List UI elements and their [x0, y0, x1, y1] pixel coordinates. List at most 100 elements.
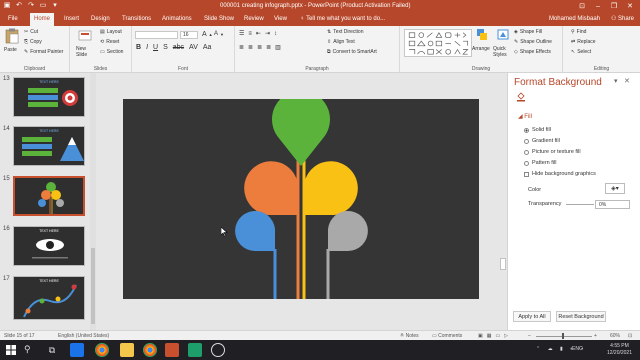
slide-scroll-thumb[interactable] — [500, 258, 506, 270]
solid-fill-radio[interactable] — [524, 127, 529, 133]
hide-graphics-option[interactable]: Hide background graphics — [524, 171, 596, 177]
zoom-out-icon[interactable]: – — [528, 333, 531, 339]
italic-icon[interactable]: I — [146, 44, 148, 51]
bold-icon[interactable]: B — [136, 44, 141, 51]
slide-canvas[interactable] — [123, 90, 479, 299]
search-icon[interactable]: ⚲ — [24, 344, 31, 355]
text-direction-button[interactable]: ⇅ Text Direction — [327, 29, 364, 35]
windows-start-icon[interactable] — [6, 345, 16, 355]
tell-me-search[interactable]: ♀ Tell me what you want to do... — [300, 13, 385, 26]
chrome-icon[interactable] — [95, 343, 109, 357]
color-picker-button[interactable]: ◈▾ — [605, 183, 625, 194]
obs-icon[interactable] — [211, 343, 225, 357]
align-left-icon[interactable]: ≣ — [239, 44, 244, 51]
customize-qat-icon[interactable]: ▾ — [51, 2, 59, 10]
slide-thumb-13[interactable]: TEXT HERE — [13, 77, 85, 117]
decrease-indent-icon[interactable]: ⇤ — [256, 30, 261, 37]
zoom-in-icon[interactable]: + — [594, 333, 597, 339]
zoom-level[interactable]: 60% — [610, 333, 620, 339]
yellow-leaf[interactable] — [304, 161, 358, 215]
new-slide-button[interactable]: New Slide — [76, 28, 94, 60]
reset-button[interactable]: ⟲ Reset — [100, 39, 119, 45]
pane-options-icon[interactable]: ▾ — [614, 77, 618, 85]
camtasia-icon[interactable] — [188, 343, 202, 357]
format-painter-button[interactable]: ✎ Format Painter — [24, 49, 63, 55]
fill-tab-icon[interactable] — [516, 92, 526, 102]
copy-button[interactable]: ⎘ Copy — [24, 39, 42, 45]
tab-home[interactable]: Home — [30, 13, 55, 26]
section-button[interactable]: ▭ Section — [100, 49, 123, 55]
gradient-fill-radio[interactable] — [524, 138, 529, 144]
view-buttons[interactable]: ▣▦▭▷ — [478, 333, 512, 339]
minimize-icon[interactable]: – — [590, 1, 606, 12]
picture-fill-radio[interactable] — [524, 149, 529, 155]
slide-thumb-14[interactable]: TEXT HERE — [13, 126, 85, 166]
orange-leaf[interactable] — [244, 161, 298, 215]
share-button[interactable]: ⚇ Share — [611, 13, 634, 26]
tab-view[interactable]: View — [270, 13, 291, 26]
apply-to-all-button[interactable]: Apply to All — [513, 311, 551, 322]
powerpoint-icon[interactable] — [165, 343, 179, 357]
present-icon[interactable]: ▭ — [39, 2, 47, 10]
cut-button[interactable]: ✂ Cut — [24, 29, 38, 35]
undo-icon[interactable]: ↶ — [15, 2, 23, 10]
tab-insert[interactable]: Insert — [60, 13, 83, 26]
gradient-fill-option[interactable]: Gradient fill — [524, 138, 560, 144]
blue-leaf[interactable] — [235, 211, 276, 251]
select-button[interactable]: ↖ Select — [571, 49, 591, 55]
tab-review[interactable]: Review — [240, 13, 268, 26]
smartart-button[interactable]: ⧉ Convert to SmartArt — [327, 49, 377, 55]
slide-thumb-17[interactable]: TEXT HERE — [13, 276, 85, 320]
transparency-slider[interactable] — [566, 204, 594, 205]
layout-button[interactable]: ▤ Layout — [100, 29, 122, 35]
tab-design[interactable]: Design — [87, 13, 114, 26]
strike-icon[interactable]: abc — [173, 44, 184, 51]
replace-button[interactable]: ⇄ Replace — [571, 39, 596, 45]
transparency-input[interactable]: 0% — [595, 200, 630, 209]
zoom-slider[interactable] — [536, 336, 592, 337]
columns-icon[interactable]: ▥ — [275, 44, 281, 51]
fit-slide-icon[interactable]: ⊡ — [628, 333, 632, 339]
file-explorer-icon[interactable] — [120, 343, 134, 357]
shape-fill-button[interactable]: ◈ Shape Fill — [514, 29, 542, 35]
shadow-icon[interactable]: S — [163, 44, 168, 51]
zoom-thumb[interactable] — [562, 333, 564, 339]
slide-thumb-15[interactable] — [13, 176, 85, 216]
tab-slide-show[interactable]: Slide Show — [200, 13, 238, 26]
gray-leaf[interactable] — [327, 211, 368, 251]
shapes-gallery[interactable] — [404, 29, 472, 57]
pattern-fill-radio[interactable] — [524, 160, 529, 166]
task-view-icon[interactable]: ⧉ — [45, 343, 59, 357]
bullets-icon[interactable]: ☰ — [239, 30, 244, 37]
spacing-icon[interactable]: AV — [189, 44, 198, 51]
clock[interactable]: 4:55 PM 12/20/2021 — [607, 343, 632, 357]
grow-font-button[interactable]: A ▲ — [202, 31, 213, 38]
line-spacing-icon[interactable]: ↕ — [274, 31, 277, 37]
green-leaf[interactable] — [272, 90, 330, 166]
case-icon[interactable]: Aa — [203, 44, 212, 51]
slide-scrollbar[interactable] — [499, 73, 507, 330]
thumbnails-scroll-thumb[interactable] — [91, 248, 95, 324]
find-button[interactable]: ⚲ Find — [571, 29, 586, 35]
language-indicator-taskbar[interactable]: ENG — [572, 346, 583, 352]
underline-icon[interactable]: U — [153, 44, 158, 51]
align-center-icon[interactable]: ≣ — [248, 44, 253, 51]
chrome-icon-2[interactable] — [143, 343, 157, 357]
reset-background-button[interactable]: Reset Background — [556, 311, 606, 322]
user-name[interactable]: Mohamed Misbaah — [549, 13, 600, 26]
shape-effects-button[interactable]: ◇ Shape Effects — [514, 49, 551, 55]
shape-outline-button[interactable]: ✎ Shape Outline — [514, 39, 552, 45]
font-name-field[interactable] — [135, 31, 178, 39]
justify-icon[interactable]: ≣ — [266, 44, 271, 51]
numbering-icon[interactable]: ≡ — [248, 31, 252, 37]
align-text-button[interactable]: ⇳ Align Text — [327, 39, 355, 45]
notes-button[interactable]: ≙ Notes — [400, 333, 419, 339]
close-icon[interactable]: ✕ — [622, 1, 638, 12]
restore-icon[interactable]: ❐ — [606, 1, 622, 12]
font-size-field[interactable]: 16 — [180, 31, 198, 39]
solid-fill-option[interactable]: Solid fill — [524, 127, 551, 133]
language-indicator[interactable]: English (United States) — [58, 333, 109, 339]
fill-section-header[interactable]: ◢ Fill — [518, 113, 532, 120]
arrange-button[interactable]: Arrange — [472, 28, 492, 60]
tab-animations[interactable]: Animations — [158, 13, 196, 26]
